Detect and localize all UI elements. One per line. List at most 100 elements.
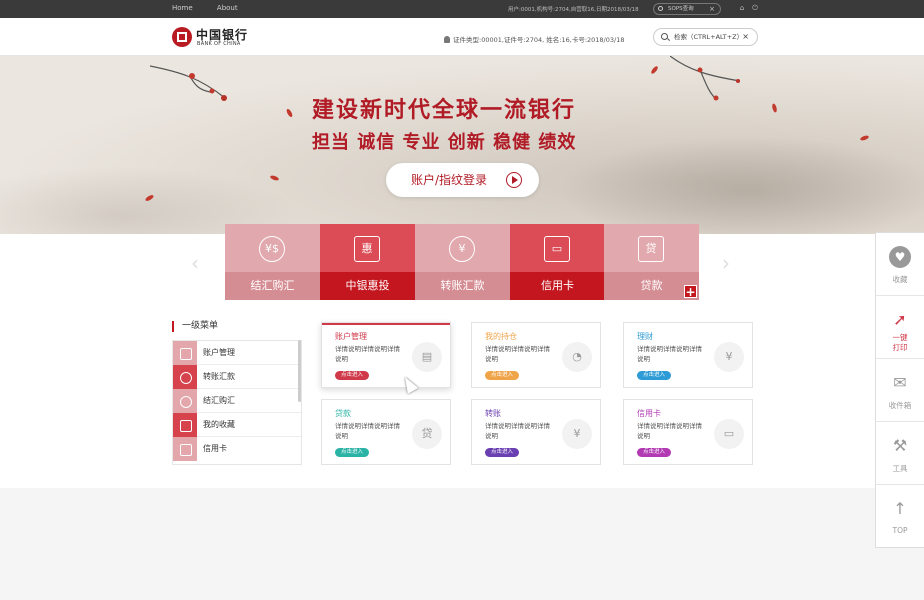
card-enter-button[interactable]: 点击进入 [637, 448, 671, 457]
card-enter-button[interactable]: 点击进入 [485, 448, 519, 457]
menu-item-transfer[interactable]: 转账汇款 [173, 365, 301, 389]
card-accent [322, 323, 450, 325]
tile-label: 中银惠投 [320, 272, 415, 300]
menu-item-favorites[interactable]: 我的收藏 [173, 413, 301, 437]
card-desc: 详情说明详情说明详情说明 [335, 345, 400, 363]
tile-label: 结汇购汇 [225, 272, 320, 300]
credit-card-icon [173, 437, 197, 461]
rail-inbox[interactable]: ✉ 收件箱 [876, 359, 924, 422]
rail-label: 一键打印 [892, 333, 908, 352]
arrow-up-icon: ↑ [893, 499, 907, 518]
rail-favorites[interactable]: ♥ 收藏 [876, 233, 924, 296]
right-tool-rail: ♥ 收藏 ➚ 一键打印 ✉ 收件箱 ⚒ 工具 ↑ TOP [875, 232, 924, 548]
login-button[interactable]: 账户/指纹登录 [386, 163, 539, 197]
card-account[interactable]: 账户管理 详情说明详情说明详情说明 点击进入 ▤ [321, 322, 451, 388]
rail-label: 工具 [892, 464, 908, 473]
menu-scrollbar[interactable] [298, 340, 301, 402]
card-enter-button[interactable]: 点击进入 [335, 371, 369, 380]
tile-invest[interactable]: 惠 中银惠投 [320, 224, 415, 300]
menu-item-label: 转账汇款 [203, 372, 235, 381]
card-title: 转账 [485, 409, 501, 418]
rail-top[interactable]: ↑ TOP [876, 485, 924, 548]
banner-title: 建设新时代全球一流银行 [312, 98, 577, 123]
tools-icon: ⚒ [892, 436, 908, 455]
header: 中国银行 BANK OF CHINA 证件类型:00001,证件号:2704, … [0, 18, 924, 56]
hero-banner: 建设新时代全球一流银行 担当 诚信 专业 创新 稳健 绩效 账户/指纹登录 [0, 56, 924, 234]
card-enter-button[interactable]: 点击进入 [335, 448, 369, 457]
global-search-label: 检索（CTRL+ALT+Z） [674, 33, 744, 41]
nav-about-link[interactable]: About [217, 4, 238, 12]
card-desc: 详情说明详情说明详情说明 [485, 422, 550, 440]
lock-icon[interactable]: ⌂ [738, 4, 746, 12]
card-desc: 详情说明详情说明详情说明 [485, 345, 550, 363]
tile-transfer[interactable]: ¥ 转账汇款 [415, 224, 510, 300]
card-accent [472, 323, 600, 325]
global-search[interactable]: 检索（CTRL+ALT+Z） × [653, 28, 758, 46]
close-icon[interactable]: × [742, 29, 749, 45]
side-menu: 账户管理 转账汇款 结汇购汇 我的收藏 信用卡 [172, 340, 302, 465]
login-label: 账户/指纹登录 [411, 173, 488, 187]
transfer-icon [173, 365, 197, 389]
person-icon [444, 36, 450, 43]
carousel-prev-arrow[interactable]: ‹ [191, 253, 203, 273]
power-icon[interactable]: ⏻ [751, 4, 759, 12]
top-bar: Home About 用户:0001,机构号:2704,自营取16,日期2018… [0, 0, 924, 18]
card-title: 贷款 [335, 409, 351, 418]
rail-print[interactable]: ➚ 一键打印 [876, 296, 924, 359]
exchange-icon [173, 389, 197, 413]
card-transfer[interactable]: 转账 详情说明详情说明详情说明 点击进入 ¥ [471, 399, 601, 465]
transfer-icon: ¥ [449, 236, 475, 262]
rail-label: TOP [892, 526, 908, 535]
account-icon [173, 341, 197, 365]
card-credit-card[interactable]: 信用卡 详情说明详情说明详情说明 点击进入 ▭ [623, 399, 753, 465]
card-wealth[interactable]: 理财 详情说明详情说明详情说明 点击进入 ¥ [623, 322, 753, 388]
tile-top: 贷 [604, 224, 699, 272]
menu-item-exchange[interactable]: 结汇购汇 [173, 389, 301, 413]
exchange-icon: ¥$ [259, 236, 285, 262]
petal-decoration [650, 65, 659, 75]
card-enter-button[interactable]: 点击进入 [485, 371, 519, 380]
customer-info-text: 证件类型:00001,证件号:2704, 姓名:16,卡号:2018/03/18 [453, 36, 625, 44]
document-search-icon: ▤ [412, 342, 442, 372]
plum-branch-decoration [150, 65, 227, 101]
nav-home-link[interactable]: Home [172, 4, 193, 12]
heart-icon: ♥ [889, 246, 911, 268]
credit-card-icon: ▭ [714, 419, 744, 449]
card-accent [624, 323, 752, 325]
card-accent [322, 400, 450, 402]
petal-decoration [285, 108, 294, 118]
customer-info: 证件类型:00001,证件号:2704, 姓名:16,卡号:2018/03/18 [444, 34, 624, 44]
play-icon [506, 172, 522, 188]
carousel-next-arrow[interactable]: › [722, 253, 734, 273]
search-icon [658, 6, 663, 11]
user-info: 用户:0001,机构号:2704,自营取16,日期2018/03/18 [508, 7, 639, 13]
chart-icon: ◔ [562, 342, 592, 372]
menu-item-credit-card[interactable]: 信用卡 [173, 437, 301, 461]
tile-label: 转账汇款 [415, 272, 510, 300]
card-accent [624, 400, 752, 402]
card-loan[interactable]: 贷款 详情说明详情说明详情说明 点击进入 贷 [321, 399, 451, 465]
rail-label: 收件箱 [888, 401, 912, 410]
sop-search-label: SOPS查询 [668, 6, 694, 12]
sop-search-input[interactable]: SOPS查询 × [653, 3, 721, 15]
bank-logo[interactable]: 中国银行 BANK OF CHINA [172, 26, 252, 50]
card-holdings[interactable]: 我的持仓 详情说明详情说明详情说明 点击进入 ◔ [471, 322, 601, 388]
quick-access-tiles: ¥$ 结汇购汇 惠 中银惠投 ¥ 转账汇款 ▭ 信用卡 贷 贷款 + [225, 224, 699, 300]
menu-title: 一级菜单 [172, 321, 218, 332]
card-title: 我的持仓 [485, 332, 517, 341]
mountain-mist [560, 136, 924, 234]
card-accent [472, 400, 600, 402]
menu-item-account[interactable]: 账户管理 [173, 341, 301, 365]
menu-item-label: 账户管理 [203, 348, 235, 357]
add-tile-button[interactable]: + [684, 285, 697, 298]
tile-top: ▭ [510, 224, 605, 272]
tile-credit-card[interactable]: ▭ 信用卡 [510, 224, 605, 300]
card-title: 账户管理 [335, 332, 367, 341]
rail-tools[interactable]: ⚒ 工具 [876, 422, 924, 485]
tile-loan[interactable]: 贷 贷款 + [604, 224, 699, 300]
menu-item-label: 结汇购汇 [203, 396, 235, 405]
transfer-icon: ¥ [562, 419, 592, 449]
close-icon[interactable]: × [709, 4, 715, 14]
card-enter-button[interactable]: 点击进入 [637, 371, 671, 380]
tile-exchange[interactable]: ¥$ 结汇购汇 [225, 224, 320, 300]
